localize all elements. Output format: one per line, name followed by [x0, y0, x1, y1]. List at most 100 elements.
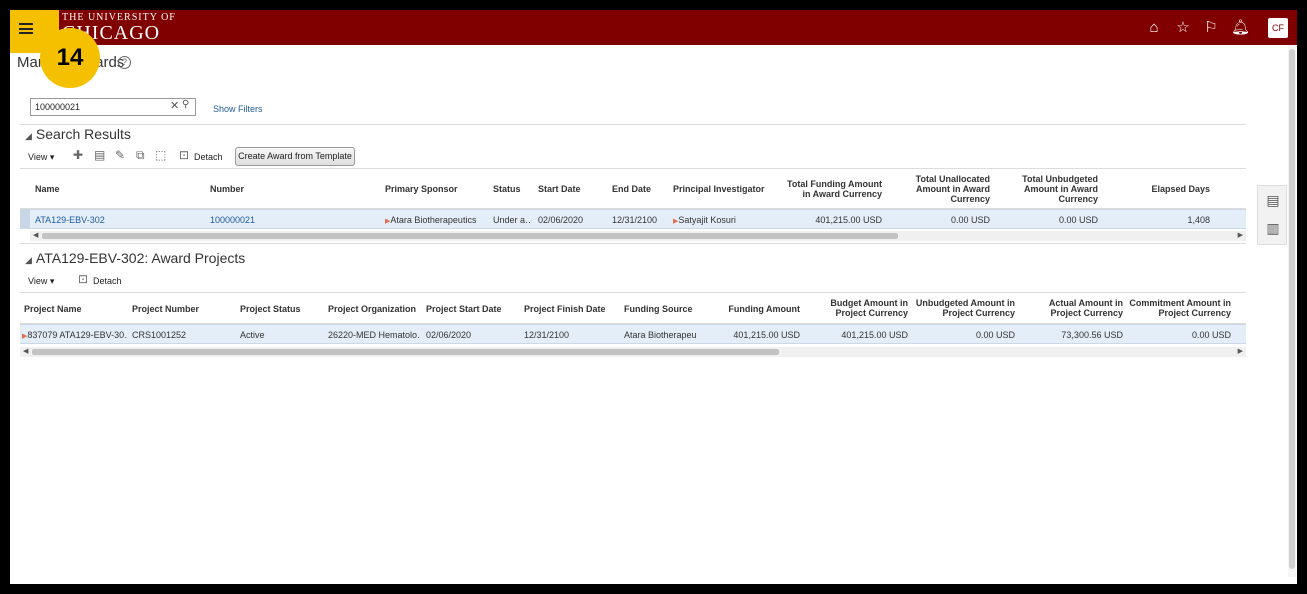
- edit-pencil-icon[interactable]: ✎: [115, 148, 125, 162]
- award-number-link[interactable]: 100000021: [210, 215, 255, 225]
- scroll-left-icon[interactable]: ◀: [33, 231, 38, 241]
- total-unallocated-value: 0.00: [950, 215, 969, 225]
- export-icon[interactable]: ⬚: [155, 148, 166, 162]
- unbudgeted-amount-value: 0.00: [975, 330, 994, 340]
- detach-icon[interactable]: ⊡: [179, 148, 189, 162]
- currency-code: USD: [1103, 330, 1123, 340]
- user-avatar[interactable]: CF: [1268, 18, 1288, 38]
- duplicate-icon[interactable]: ⧉: [136, 148, 145, 163]
- project-start-date-cell: 02/06/2020: [426, 330, 472, 340]
- add-icon[interactable]: ✚: [73, 148, 83, 162]
- pi-value: Satyajit Kosuri: [678, 215, 736, 225]
- award-name-link[interactable]: ATA129-EBV-302: [35, 215, 105, 225]
- unbudgeted-amount-cell: 0.00 USD: [915, 330, 1015, 340]
- column-header-elapsed-days[interactable]: Elapsed Days: [1130, 184, 1210, 194]
- column-header-total-unbudgeted[interactable]: Total Unbudgeted Amount in Award Currenc…: [1013, 174, 1098, 204]
- actual-amount-cell: 73,300.56 USD: [1033, 330, 1123, 340]
- scroll-right-icon[interactable]: ▶: [1238, 231, 1243, 241]
- currency-code: USD: [1078, 215, 1098, 225]
- currency-code: USD: [888, 330, 908, 340]
- view-menu[interactable]: View ▾: [28, 276, 54, 287]
- currency-code: USD: [970, 215, 990, 225]
- scrollbar-thumb[interactable]: [42, 233, 898, 239]
- help-icon[interactable]: ?: [118, 56, 131, 69]
- home-icon[interactable]: ⌂: [1145, 19, 1163, 37]
- vertical-scrollbar[interactable]: [1288, 45, 1296, 577]
- column-header-unbudgeted-amount[interactable]: Unbudgeted Amount in Project Currency: [915, 298, 1015, 318]
- horizontal-scrollbar[interactable]: ◀ ▶: [20, 347, 1246, 357]
- scroll-left-icon[interactable]: ◀: [23, 347, 28, 357]
- funding-amount-value: 401,215.00: [733, 330, 779, 340]
- column-header-total-unallocated[interactable]: Total Unallocated Amount in Award Curren…: [905, 174, 990, 204]
- primary-sponsor-value: Atara Biotherapeutics: [390, 215, 477, 225]
- horizontal-scrollbar[interactable]: ◀ ▶: [30, 231, 1246, 241]
- bell-icon[interactable]: 🔔︎: [1231, 19, 1250, 37]
- column-header-principal-investigator[interactable]: Principal Investigator: [673, 184, 765, 194]
- award-projects-header[interactable]: ◢ ATA129-EBV-302: Award Projects: [25, 250, 245, 266]
- divider: [20, 124, 1246, 125]
- column-header-actual-amount[interactable]: Actual Amount in Project Currency: [1033, 298, 1123, 318]
- clear-search-icon[interactable]: ✕: [170, 99, 179, 112]
- view-menu[interactable]: View ▾: [28, 152, 54, 163]
- column-header-project-status[interactable]: Project Status: [240, 304, 301, 314]
- detach-icon[interactable]: ⊡: [78, 272, 88, 286]
- currency-code: USD: [862, 215, 882, 225]
- project-name-value: 837079 ATA129-EBV-30…: [27, 330, 128, 340]
- column-header-status[interactable]: Status: [493, 184, 521, 194]
- column-header-project-name[interactable]: Project Name: [24, 304, 82, 314]
- detach-button[interactable]: Detach: [93, 276, 122, 286]
- column-header-commitment-amount[interactable]: Commitment Amount in Project Currency: [1125, 298, 1231, 318]
- search-icon[interactable]: ⚲: [182, 99, 189, 110]
- column-header-name[interactable]: Name: [35, 184, 60, 194]
- column-header-funding-amount[interactable]: Funding Amount: [710, 304, 800, 314]
- divider: [20, 168, 1246, 169]
- column-header-total-funding[interactable]: Total Funding Amount in Award Currency: [782, 179, 882, 199]
- show-filters-link[interactable]: Show Filters: [213, 104, 263, 114]
- step-number-badge: 14: [40, 28, 100, 88]
- scroll-right-icon[interactable]: ▶: [1238, 347, 1243, 357]
- flag-icon[interactable]: ⚐: [1202, 19, 1220, 37]
- row-selector[interactable]: [20, 209, 30, 229]
- detach-button[interactable]: Detach: [194, 152, 223, 162]
- currency-code: USD: [1211, 330, 1231, 340]
- side-panel: ▤ ▥: [1257, 185, 1287, 245]
- divider: [20, 292, 1246, 293]
- elapsed-days-cell: 1,408: [1187, 215, 1210, 225]
- project-name-cell[interactable]: ▶837079 ATA129-EBV-30…: [22, 330, 128, 340]
- scrollbar-thumb[interactable]: [1289, 49, 1295, 569]
- column-header-project-number[interactable]: Project Number: [132, 304, 199, 314]
- end-date-cell: 12/31/2100: [612, 215, 658, 225]
- document-icon[interactable]: ▤: [94, 148, 105, 162]
- star-icon[interactable]: ☆: [1174, 19, 1192, 37]
- column-header-project-organization[interactable]: Project Organization: [328, 304, 416, 314]
- collapse-triangle-icon: ◢: [25, 131, 32, 141]
- column-header-funding-source[interactable]: Funding Source: [624, 304, 693, 314]
- funding-amount-cell: 401,215.00 USD: [710, 330, 800, 340]
- scrollbar-thumb[interactable]: [32, 349, 779, 355]
- view-menu-label: View: [28, 276, 48, 286]
- analytics-chart-icon[interactable]: ▥: [1265, 220, 1281, 236]
- notes-icon[interactable]: ▤: [1265, 192, 1281, 208]
- column-header-start-date[interactable]: Start Date: [538, 184, 581, 194]
- app-window: THE UNIVERSITY OF CHICAGO ⌂ ☆ ⚐ 🔔︎ CF Ma…: [10, 10, 1297, 584]
- create-award-from-template-button[interactable]: Create Award from Template: [235, 147, 355, 166]
- actual-amount-value: 73,300.56: [1061, 330, 1102, 340]
- global-header: THE UNIVERSITY OF CHICAGO ⌂ ☆ ⚐ 🔔︎ CF: [10, 10, 1297, 45]
- collapse-triangle-icon: ◢: [25, 255, 32, 265]
- column-header-project-finish-date[interactable]: Project Finish Date: [524, 304, 606, 314]
- status-cell: Under a…: [493, 215, 531, 225]
- search-results-header[interactable]: ◢ Search Results: [25, 126, 131, 142]
- column-header-end-date[interactable]: End Date: [612, 184, 651, 194]
- column-header-project-start-date[interactable]: Project Start Date: [426, 304, 502, 314]
- currency-code: USD: [780, 330, 800, 340]
- column-header-number[interactable]: Number: [210, 184, 244, 194]
- hamburger-menu-icon: [19, 23, 33, 34]
- column-header-budget-amount[interactable]: Budget Amount in Project Currency: [818, 298, 908, 318]
- commitment-amount-cell: 0.00 USD: [1125, 330, 1231, 340]
- total-funding-value: 401,215.00: [815, 215, 861, 225]
- view-menu-label: View: [28, 152, 48, 162]
- column-header-primary-sponsor[interactable]: Primary Sponsor: [385, 184, 458, 194]
- currency-code: USD: [995, 330, 1015, 340]
- total-funding-cell: 401,215.00 USD: [782, 215, 882, 225]
- project-organization-cell: 26220-MED Hematolo…: [328, 330, 420, 340]
